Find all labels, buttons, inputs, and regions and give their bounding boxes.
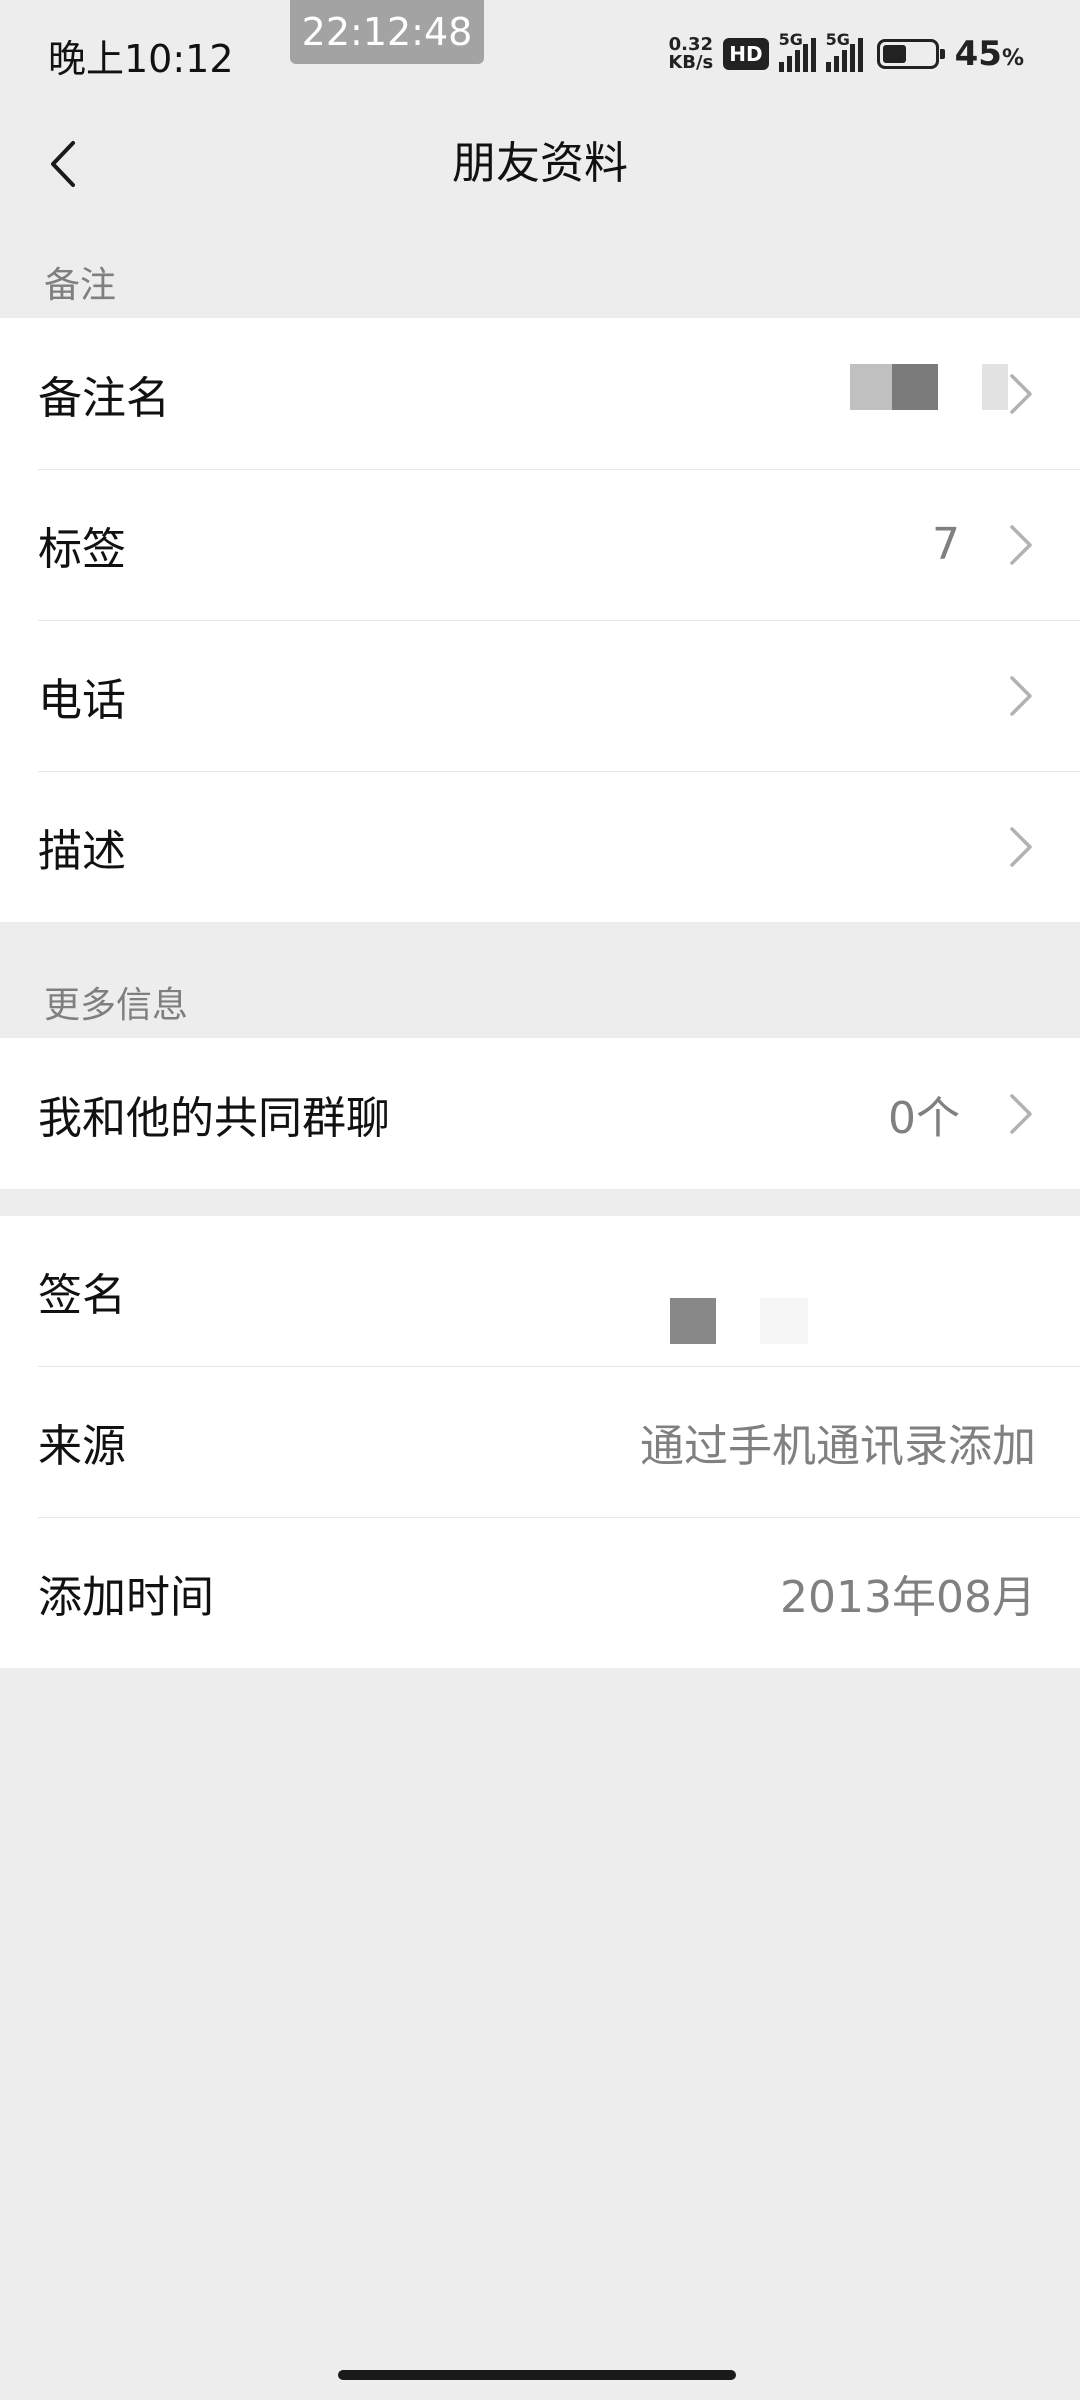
row-value: 7 <box>932 519 960 570</box>
row-signature: 签名 <box>0 1216 1080 1366</box>
row-remark-name[interactable]: 备注名 <box>0 318 1080 469</box>
status-time: 晚上10:12 <box>48 37 234 81</box>
network-speed-unit: KB/s <box>668 52 714 73</box>
chevron-right-icon <box>1010 524 1032 565</box>
sim1-network-label: 5G <box>778 30 803 49</box>
redacted-block <box>670 1298 716 1344</box>
row-label: 描述 <box>38 825 126 877</box>
row-tags[interactable]: 标签 7 <box>0 469 1080 620</box>
chevron-right-icon <box>1010 675 1032 716</box>
redacted-block <box>850 364 892 410</box>
row-label: 添加时间 <box>38 1571 214 1623</box>
chevron-right-icon <box>1010 373 1032 414</box>
remark-group: 备注名 标签 7 电话 描述 <box>0 318 1080 922</box>
row-label: 标签 <box>38 523 126 575</box>
row-value: 0个 <box>888 1092 960 1144</box>
signal-sim1-icon: 5G <box>778 30 816 72</box>
battery-icon <box>876 39 945 69</box>
sim2-network-label: 5G <box>825 30 850 49</box>
row-phone[interactable]: 电话 <box>0 620 1080 771</box>
nav-bar: 朋友资料 <box>0 104 1080 224</box>
row-common-groups[interactable]: 我和他的共同群聊 0个 <box>0 1038 1080 1189</box>
section-header-remark: 备注 <box>44 265 117 306</box>
status-icons: 0.32 KB/s HD 5G 5G 45% <box>668 30 1024 78</box>
chevron-right-icon <box>1010 826 1032 867</box>
network-speed: 0.32 KB/s <box>668 36 713 72</box>
redacted-block <box>892 364 938 410</box>
redacted-block <box>982 364 1008 410</box>
status-bar: 晚上10:12 22:12:48 0.32 KB/s HD 5G 5G 45% <box>0 0 1080 104</box>
row-description[interactable]: 描述 <box>0 771 1080 922</box>
row-label: 签名 <box>38 1270 126 1321</box>
row-label: 电话 <box>38 674 126 726</box>
section-header-more-info: 更多信息 <box>44 985 189 1026</box>
profile-info-group: 签名 来源 通过手机通讯录添加 添加时间 2013年08月 <box>0 1216 1080 1668</box>
row-value: 2013年08月 <box>780 1571 1036 1623</box>
row-source: 来源 通过手机通讯录添加 <box>0 1366 1080 1517</box>
row-label: 来源 <box>38 1420 126 1472</box>
row-label: 我和他的共同群聊 <box>38 1092 390 1144</box>
hd-badge-icon: HD <box>723 38 769 70</box>
battery-percent: 45% <box>954 34 1024 74</box>
page-title: 朋友资料 <box>452 138 628 189</box>
redacted-block <box>760 1298 808 1344</box>
row-added-time: 添加时间 2013年08月 <box>0 1517 1080 1668</box>
chevron-right-icon <box>1010 1093 1032 1134</box>
more-info-group: 我和他的共同群聊 0个 <box>0 1038 1080 1189</box>
signal-sim2-icon: 5G <box>825 30 863 72</box>
row-value: 通过手机通讯录添加 <box>640 1420 1036 1472</box>
clock-overlay: 22:12:48 <box>290 0 484 64</box>
row-label: 备注名 <box>38 372 170 424</box>
home-indicator[interactable] <box>338 2370 736 2380</box>
battery-level-fill <box>882 45 906 63</box>
